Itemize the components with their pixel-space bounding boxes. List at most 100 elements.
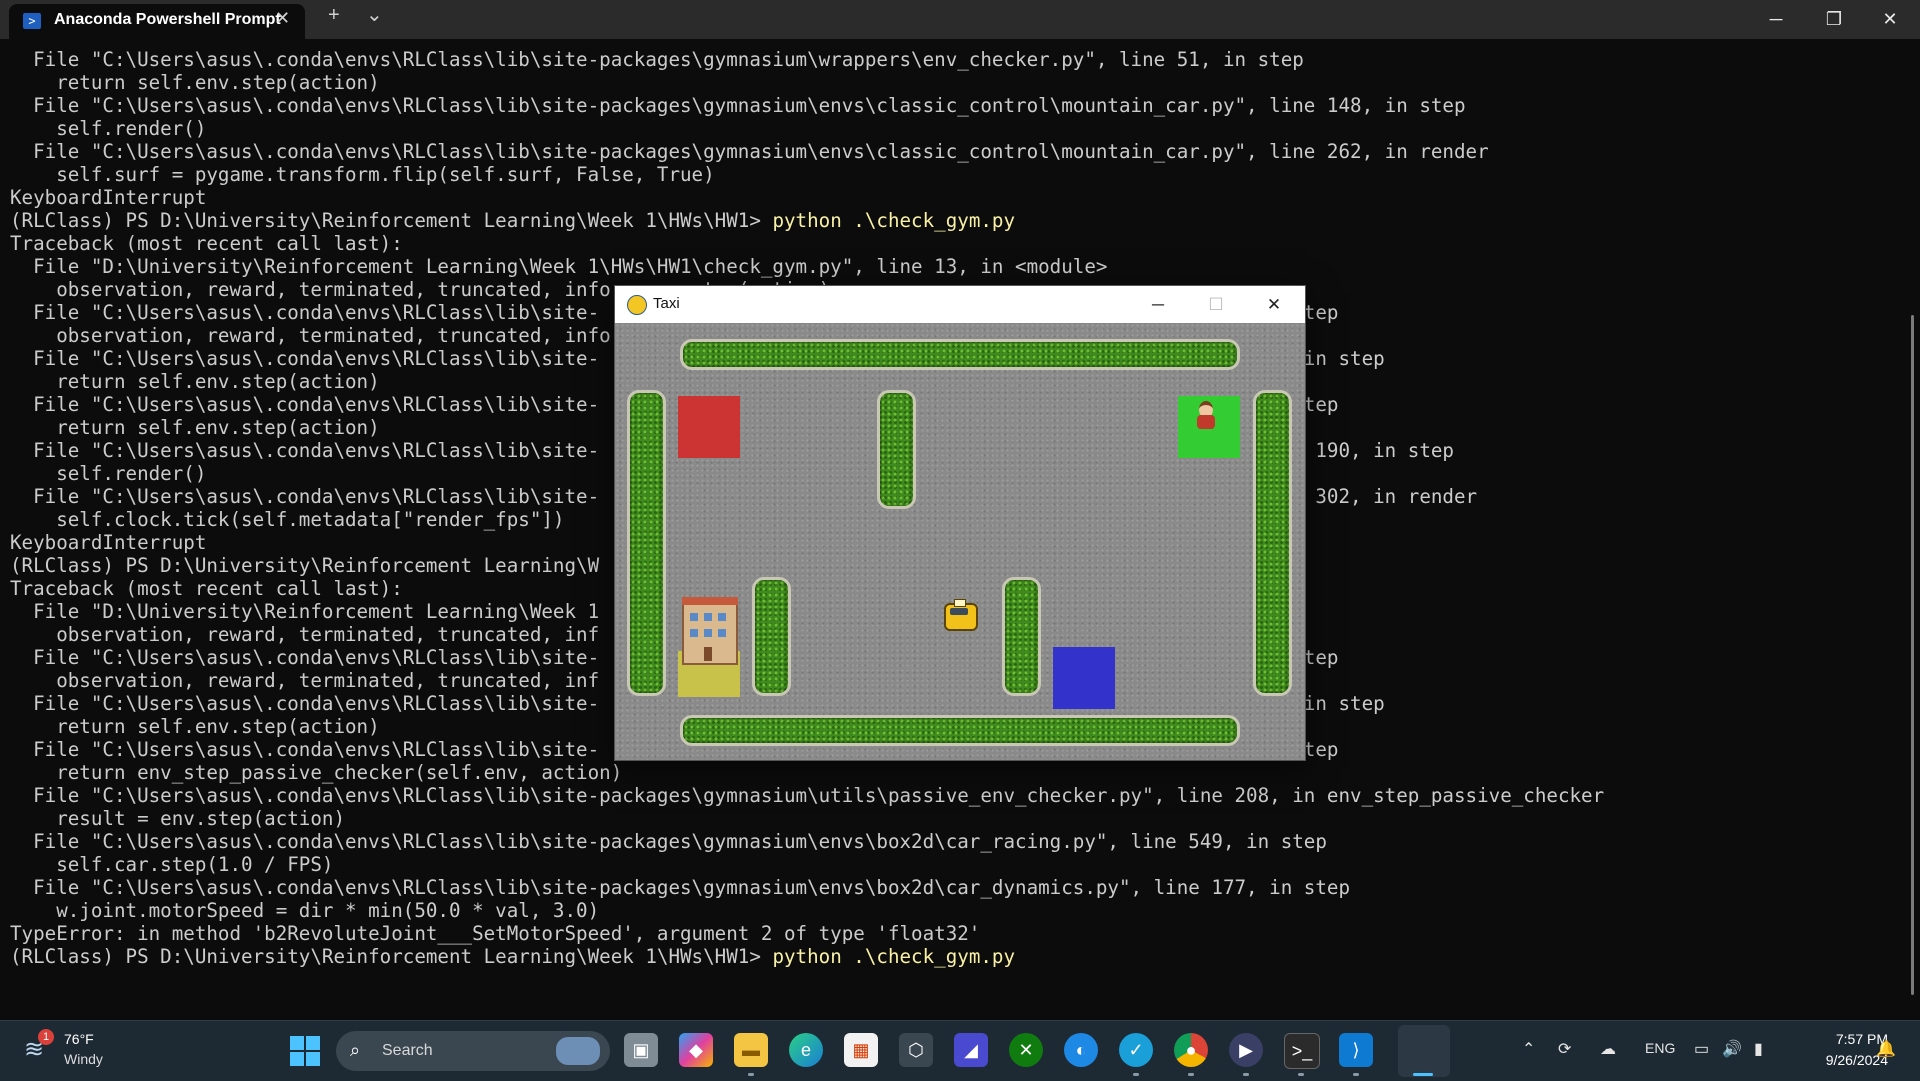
terminal-line-text: File "D:\University\Reinforcement Learni… [10, 255, 1108, 278]
xbox-icon[interactable]: ✕ [1009, 1033, 1043, 1067]
minimize-button[interactable]: ─ [1748, 2, 1804, 36]
terminal-line: KeyboardInterrupt [10, 186, 1900, 209]
terminal-indicator [1298, 1073, 1304, 1076]
file-explorer-icon[interactable]: ▬ [734, 1033, 768, 1067]
vpn-indicator [1133, 1073, 1139, 1076]
terminal-line-text: File "C:\Users\asus\.conda\envs\RLClass\… [10, 830, 1327, 853]
taxi-minimize-button[interactable]: ─ [1129, 286, 1187, 323]
tab-dropdown-button[interactable]: ⌄ [366, 2, 383, 27]
microsoft-store-icon[interactable]: ▦ [844, 1033, 878, 1067]
copilot-icon[interactable]: ◆ [679, 1033, 713, 1067]
terminal-line-text: return env_step_passive_checker(self.env… [10, 761, 623, 784]
onedrive-icon[interactable]: ☁ [1600, 1039, 1616, 1059]
taxi-titlebar[interactable]: Taxi ─ ☐ ✕ [615, 286, 1305, 323]
clock-date[interactable]: 9/26/2024 [1796, 1052, 1888, 1068]
task-view-icon[interactable]: ▣ [624, 1033, 658, 1067]
restore-button[interactable]: ❐ [1806, 2, 1862, 36]
new-tab-button[interactable]: + [328, 4, 340, 27]
terminal-line: File "C:\Users\asus\.conda\envs\RLClass\… [10, 784, 1900, 807]
terminal-line-text: self.render() [10, 462, 207, 485]
terminal-line-text: File "C:\Users\asus\.conda\envs\RLClass\… [10, 94, 1466, 117]
terminal-line: (RLClass) PS D:\University\Reinforcement… [10, 945, 1900, 968]
terminal-line-text: self.surf = pygame.transform.flip(self.s… [10, 163, 715, 186]
edge-icon[interactable]: e [789, 1033, 823, 1067]
taxi-car-icon [940, 599, 978, 631]
location-red [678, 396, 740, 458]
terminal-titlebar: > Anaconda Powershell Prompt ✕ + ⌄ ─ ❐ ✕ [0, 0, 1920, 39]
terminal-line-text: File "D:\University\Reinforcement Learni… [10, 600, 600, 623]
terminal-line: File "C:\Users\asus\.conda\envs\RLClass\… [10, 830, 1900, 853]
active-window-indicator [1413, 1073, 1433, 1076]
hedge-right [1253, 390, 1292, 696]
security-icon[interactable]: ◐ [1064, 1033, 1098, 1067]
hedge-wall-1 [877, 390, 916, 509]
media-player-indicator [1243, 1073, 1249, 1076]
terminal-line: TypeError: in method 'b2RevoluteJoint___… [10, 922, 1900, 945]
vpn-icon[interactable]: ✓ [1119, 1033, 1153, 1067]
terminal-line-text: result = env.step(action) [10, 807, 346, 830]
sync-icon[interactable]: ⟳ [1558, 1039, 1571, 1059]
terminal-line-text: TypeError: in method 'b2RevoluteJoint___… [10, 922, 981, 945]
terminal-line: self.surf = pygame.transform.flip(self.s… [10, 163, 1900, 186]
terminal-line: return env_step_passive_checker(self.env… [10, 761, 1900, 784]
hedge-bottom [680, 715, 1240, 746]
taxi-game-canvas [615, 323, 1305, 760]
terminal-line-text: self.render() [10, 117, 207, 140]
terminal-line-text: observation, reward, terminated, truncat… [10, 669, 600, 692]
terminal-line-text: File "C:\Users\asus\.conda\envs\RLClass\… [10, 140, 1489, 163]
terminal-line-text: Traceback (most recent call last): [10, 232, 403, 255]
vscode-icon[interactable]: ⟩ [1339, 1033, 1373, 1067]
language-indicator[interactable]: ENG [1645, 1040, 1675, 1056]
taxi-window-title: Taxi [653, 295, 680, 312]
search-highlight-image [556, 1037, 600, 1065]
taxi-maximize-button[interactable]: ☐ [1187, 286, 1245, 323]
file-explorer-indicator [748, 1073, 754, 1076]
taxi-close-button[interactable]: ✕ [1245, 286, 1303, 323]
unity-hub-icon[interactable]: ⬡ [899, 1033, 933, 1067]
terminal-line: File "C:\Users\asus\.conda\envs\RLClass\… [10, 140, 1900, 163]
terminal-line-text: observation, reward, terminated, truncat… [10, 324, 611, 347]
taskbar: ≋ 1 76°F Windy ⌕ Search ▣ ◆ ▬ e ▦ ⬡ ◢ ✕ … [0, 1020, 1920, 1081]
pygame-snake-icon [627, 295, 647, 315]
hedge-left [627, 390, 666, 696]
notification-bell-icon[interactable]: 🔔 [1876, 1039, 1896, 1059]
chrome-icon[interactable]: ● [1174, 1033, 1208, 1067]
weather-condition[interactable]: Windy [64, 1051, 103, 1067]
terminal-line-text: return self.env.step(action) [10, 715, 380, 738]
battery-icon[interactable]: ▮ [1754, 1039, 1763, 1059]
terminal-tab[interactable]: > Anaconda Powershell Prompt ✕ [9, 4, 305, 39]
volume-icon[interactable]: 🔊 [1722, 1039, 1742, 1059]
terminal-line-text: File "C:\Users\asus\.conda\envs\RLClass\… [10, 876, 1351, 899]
terminal-line-text: Traceback (most recent call last): [10, 577, 403, 600]
weather-temperature[interactable]: 76°F [64, 1031, 94, 1047]
search-box[interactable]: ⌕ Search [336, 1031, 610, 1071]
taxi-window[interactable]: Taxi ─ ☐ ✕ [614, 285, 1306, 761]
pygame-taskbar-button[interactable] [1398, 1025, 1450, 1077]
terminal-icon[interactable]: >_ [1284, 1033, 1320, 1069]
hedge-wall-3 [1002, 577, 1041, 696]
start-button[interactable] [290, 1036, 320, 1066]
vscode-indicator [1353, 1073, 1359, 1076]
chevron-up-icon[interactable]: ⌃ [1522, 1039, 1535, 1059]
terminal-line: File "C:\Users\asus\.conda\envs\RLClass\… [10, 48, 1900, 71]
terminal-line-text: (RLClass) PS D:\University\Reinforcement… [10, 209, 773, 232]
terminal-line-text: (RLClass) PS D:\University\Reinforcement… [10, 554, 600, 577]
terminal-line-text: observation, reward, terminated, truncat… [10, 623, 600, 646]
terminal-line: File "D:\University\Reinforcement Learni… [10, 255, 1900, 278]
app-icon[interactable]: ◢ [954, 1033, 988, 1067]
terminal-command: python .\check_gym.py [772, 945, 1016, 968]
hedge-top [680, 339, 1240, 370]
terminal-command: python .\check_gym.py [772, 209, 1016, 232]
location-blue [1053, 647, 1115, 709]
terminal-line: w.joint.motorSpeed = dir * min(50.0 * va… [10, 899, 1900, 922]
terminal-line: File "C:\Users\asus\.conda\envs\RLClass\… [10, 876, 1900, 899]
terminal-line: self.car.step(1.0 / FPS) [10, 853, 1900, 876]
media-player-icon[interactable]: ▶ [1229, 1033, 1263, 1067]
close-window-button[interactable]: ✕ [1862, 2, 1918, 36]
network-icon[interactable]: ▭ [1694, 1039, 1709, 1059]
terminal-line-text: return self.env.step(action) [10, 416, 380, 439]
powershell-icon: > [23, 13, 41, 29]
terminal-scrollbar[interactable] [1911, 315, 1914, 995]
close-tab-icon[interactable]: ✕ [275, 8, 290, 29]
terminal-line-text: File "C:\Users\asus\.conda\envs\RLClass\… [10, 48, 1304, 71]
